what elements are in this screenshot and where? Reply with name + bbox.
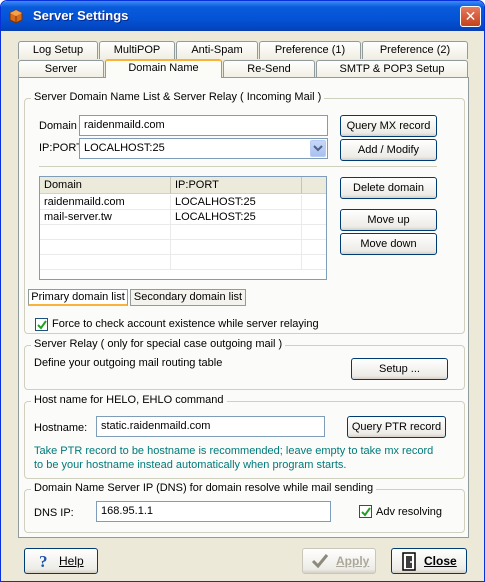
title-bar[interactable]: Server Settings ✕ [1, 1, 484, 31]
helo-hostname-group-legend: Host name for HELO, EHLO command [31, 394, 227, 406]
dns-group-legend: Domain Name Server IP (DNS) for domain r… [31, 482, 377, 494]
adv-resolving-checkbox[interactable] [359, 505, 372, 518]
ptr-note-line-2: to be your hostname instead automaticall… [34, 459, 347, 471]
table-cell-domain: raidenmaild.com [40, 195, 171, 210]
close-button-label: Close [424, 554, 457, 568]
force-check-checkbox[interactable] [35, 318, 48, 331]
helo-hostname-group: Host name for HELO, EHLO command Hostnam… [24, 394, 465, 479]
checkmark-icon [37, 320, 47, 330]
delete-domain-button[interactable]: Delete domain [340, 177, 437, 199]
window-close-button[interactable]: ✕ [460, 6, 481, 27]
column-header-ipport[interactable]: IP:PORT [171, 177, 302, 194]
domain-name-tab-page: Server Domain Name List & Server Relay (… [18, 77, 469, 538]
move-up-button[interactable]: Move up [340, 209, 437, 231]
relay-description: Define your outgoing mail routing table [34, 357, 223, 369]
setup-button[interactable]: Setup ... [351, 358, 448, 380]
tab-re-send[interactable]: Re-Send [223, 60, 315, 78]
subtab-secondary-domain-list[interactable]: Secondary domain list [130, 289, 246, 306]
dns-ip-label: DNS IP: [34, 507, 74, 519]
close-door-icon [400, 552, 418, 579]
table-row-empty[interactable] [40, 225, 326, 240]
domain-input[interactable]: raidenmaild.com [79, 115, 328, 136]
hostname-label: Hostname: [34, 422, 88, 434]
table-cell-ipport: LOCALHOST:25 [171, 195, 302, 210]
close-button[interactable]: Close [391, 548, 467, 574]
apply-check-icon [311, 553, 329, 577]
chevron-down-icon[interactable] [310, 140, 326, 157]
tab-smtp-pop3-setup[interactable]: SMTP & POP3 Setup [316, 60, 468, 78]
dns-ip-input[interactable]: 168.95.1.1 [96, 501, 331, 522]
help-icon: ? [35, 552, 53, 578]
domain-list-group-legend: Server Domain Name List & Server Relay (… [31, 91, 325, 103]
table-row[interactable]: mail-server.tw LOCALHOST:25 [40, 210, 326, 225]
query-mx-record-button[interactable]: Query MX record [340, 115, 437, 137]
move-down-button[interactable]: Move down [340, 233, 437, 255]
ptr-note-line-1: Take PTR record to be hostname is recomm… [34, 445, 434, 457]
window-title: Server Settings [33, 8, 129, 23]
server-relay-group: Server Relay ( only for special case out… [24, 338, 465, 390]
help-button[interactable]: ? Help [24, 548, 98, 574]
domain-label: Domain [39, 120, 77, 132]
separator [39, 166, 437, 167]
svg-text:?: ? [39, 552, 48, 570]
table-header: Domain IP:PORT [40, 177, 326, 194]
app-icon [8, 8, 24, 24]
tab-anti-spam[interactable]: Anti-Spam [176, 41, 258, 59]
ipport-select[interactable]: LOCALHOST:25 [79, 138, 328, 159]
server-settings-window: Server Settings ✕ Log Setup MultiPOP Ant… [0, 0, 485, 582]
tab-preference-2[interactable]: Preference (2) [362, 41, 468, 59]
checkmark-icon [361, 507, 371, 517]
adv-resolving-label[interactable]: Adv resolving [376, 506, 442, 518]
domain-list-group: Server Domain Name List & Server Relay (… [24, 91, 465, 334]
query-ptr-record-button[interactable]: Query PTR record [347, 416, 446, 438]
table-row[interactable]: raidenmaild.com LOCALHOST:25 [40, 195, 326, 210]
tab-server[interactable]: Server [18, 60, 104, 78]
tab-multipop[interactable]: MultiPOP [99, 41, 175, 59]
add-modify-button[interactable]: Add / Modify [340, 139, 437, 161]
tab-preference-1[interactable]: Preference (1) [259, 41, 361, 59]
subtab-primary-domain-list[interactable]: Primary domain list [28, 289, 128, 306]
hostname-input[interactable]: static.raidenmaild.com [96, 416, 325, 437]
help-button-label: Help [59, 554, 84, 568]
table-cell-domain: mail-server.tw [40, 210, 171, 225]
apply-button[interactable]: Apply [302, 548, 376, 574]
domain-list-table[interactable]: Domain IP:PORT raidenmaild.com LOCALHOST… [39, 176, 327, 280]
dns-group: Domain Name Server IP (DNS) for domain r… [24, 482, 465, 533]
table-cell-ipport: LOCALHOST:25 [171, 210, 302, 225]
ipport-label: IP:PORT [39, 142, 83, 154]
tab-domain-name[interactable]: Domain Name [105, 59, 222, 78]
apply-button-label: Apply [336, 554, 370, 568]
tab-log-setup[interactable]: Log Setup [18, 41, 98, 59]
dialog-body: Log Setup MultiPOP Anti-Spam Preference … [4, 31, 481, 579]
table-row-empty[interactable] [40, 255, 326, 270]
column-header-domain[interactable]: Domain [40, 177, 171, 194]
server-relay-group-legend: Server Relay ( only for special case out… [31, 338, 286, 350]
table-row-empty[interactable] [40, 240, 326, 255]
force-check-label[interactable]: Force to check account existence while s… [52, 318, 319, 330]
ipport-select-value: LOCALHOST:25 [84, 142, 165, 154]
